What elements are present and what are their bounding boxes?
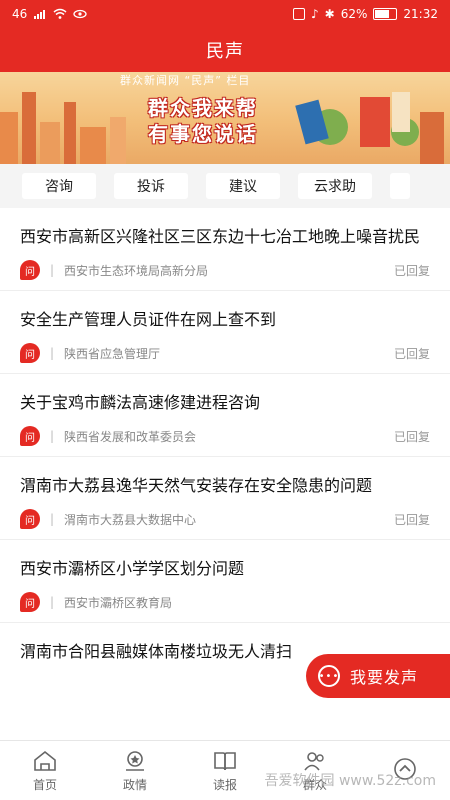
item-title: 安全生产管理人员证件在网上查不到: [20, 310, 277, 329]
banner-slogan-line1: 群众我来帮: [148, 96, 258, 120]
tab-label: 投诉: [137, 179, 165, 195]
speak-up-button[interactable]: ••• 我要发声: [306, 654, 450, 698]
question-badge: 问: [20, 343, 40, 363]
item-title: 关于宝鸡市麟法高速修建进程咨询: [20, 393, 261, 412]
separator: |: [50, 263, 55, 277]
list-item[interactable]: 渭南市大荔县逸华天然气安装存在安全隐患的问题 问 | 渭南市大荔县大数据中心 已…: [0, 457, 450, 540]
question-badge: 问: [20, 426, 40, 446]
watermark: 吾爱软件园 www.52z.com: [264, 773, 436, 789]
banner[interactable]: 群众新闻网 “民声” 栏目 群众我来帮 有事您说话: [0, 72, 450, 164]
mute-icon: ♪: [311, 7, 319, 21]
item-title: 渭南市大荔县逸华天然气安装存在安全隐患的问题: [20, 476, 373, 495]
tab-consult[interactable]: 咨询: [22, 173, 96, 199]
nav-label: 首页: [32, 777, 57, 792]
nav-label: 政情: [122, 777, 147, 792]
chat-icon: •••: [318, 665, 340, 687]
item-meta: 问 | 西安市灞桥区教育局: [20, 582, 430, 622]
item-meta: 问 | 陕西省应急管理厅 已回复: [20, 333, 430, 373]
tab-label: 云求助: [314, 179, 356, 195]
item-status: 已回复: [393, 346, 430, 361]
item-department: 渭南市大荔县大数据中心: [64, 512, 197, 527]
eye-icon: [73, 9, 87, 19]
item-status: 已回复: [393, 263, 430, 278]
speak-up-label: 我要发声: [350, 668, 419, 687]
item-meta: 问 | 陕西省发展和改革委员会 已回复: [20, 416, 430, 456]
tab-suggestion[interactable]: 建议: [206, 173, 280, 199]
category-tabs: 咨询 投诉 建议 云求助: [0, 164, 450, 208]
item-title: 西安市高新区兴隆社区三区东边十七冶工地晚上噪音扰民: [20, 227, 421, 246]
nfc-icon: [293, 8, 305, 20]
question-badge: 问: [20, 509, 40, 529]
list-item[interactable]: 关于宝鸡市麟法高速修建进程咨询 问 | 陕西省发展和改革委员会 已回复: [0, 374, 450, 457]
page-title: 民声: [206, 41, 244, 62]
tab-overflow[interactable]: [390, 173, 410, 199]
separator: |: [50, 595, 55, 609]
government-icon: [126, 750, 144, 771]
status-left: 46: [12, 7, 87, 21]
separator: |: [50, 429, 55, 443]
item-department: 西安市灞桥区教育局: [64, 595, 173, 610]
signal-icon: [34, 10, 46, 19]
item-status: 已回复: [393, 512, 430, 527]
separator: |: [50, 346, 55, 360]
separator: |: [50, 512, 55, 526]
nav-read-paper[interactable]: 读报: [190, 749, 260, 793]
item-department: 陕西省发展和改革委员会: [64, 429, 197, 444]
list-item[interactable]: 西安市灞桥区小学学区划分问题 问 | 西安市灞桥区教育局: [0, 540, 450, 623]
tab-label: 咨询: [45, 179, 73, 195]
status-bar: 46 ♪ ✱ 62% 21:32: [0, 0, 450, 28]
nav-home[interactable]: 首页: [10, 749, 80, 793]
banner-subtitle: 群众新闻网 “民声” 栏目: [120, 74, 251, 87]
status-right: ♪ ✱ 62% 21:32: [293, 7, 438, 21]
banner-slogan-line2: 有事您说话: [148, 122, 258, 146]
nav-label: 读报: [212, 777, 237, 792]
tab-label: 建议: [229, 179, 257, 195]
item-department: 陕西省应急管理厅: [64, 346, 161, 361]
battery-text: 62%: [340, 7, 368, 21]
bluetooth-icon: ✱: [324, 7, 335, 21]
title-bar: 民声: [0, 28, 450, 72]
list-item[interactable]: 安全生产管理人员证件在网上查不到 问 | 陕西省应急管理厅 已回复: [0, 291, 450, 374]
item-meta: 问 | 西安市生态环境局高新分局 已回复: [20, 250, 430, 290]
question-badge: 问: [20, 260, 40, 280]
people-icon: [304, 751, 324, 771]
item-meta: 问 | 渭南市大荔县大数据中心 已回复: [20, 499, 430, 539]
list-item[interactable]: 西安市高新区兴隆社区三区东边十七冶工地晚上噪音扰民 问 | 西安市生态环境局高新…: [0, 208, 450, 291]
question-badge: 问: [20, 592, 40, 612]
wifi-icon: [53, 8, 67, 19]
book-icon: [214, 751, 236, 770]
signal-text: 46: [12, 7, 28, 21]
post-list: 西安市高新区兴隆社区三区东边十七冶工地晚上噪音扰民 问 | 西安市生态环境局高新…: [0, 208, 450, 665]
battery-icon: [373, 8, 398, 20]
item-department: 西安市生态环境局高新分局: [64, 263, 209, 278]
tab-cloud-help[interactable]: 云求助: [298, 173, 372, 199]
tab-complaint[interactable]: 投诉: [114, 173, 188, 199]
item-title: 西安市灞桥区小学学区划分问题: [20, 559, 245, 578]
home-icon: [34, 750, 56, 771]
time-text: 21:32: [403, 7, 438, 21]
item-status: 已回复: [393, 429, 430, 444]
nav-government[interactable]: 政情: [100, 749, 170, 793]
